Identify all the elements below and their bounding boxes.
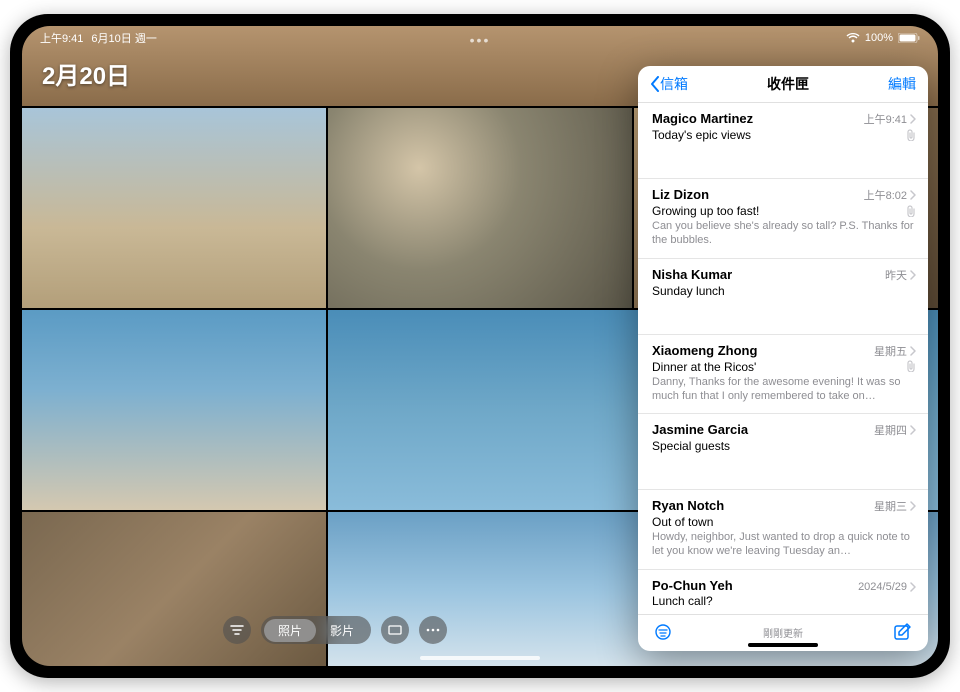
chevron-right-icon [910, 425, 916, 435]
battery-percentage: 100% [865, 32, 893, 44]
mail-subject: Dinner at the Ricos' [652, 360, 756, 374]
battery-icon [898, 33, 920, 43]
status-bar: 上午9:41 6月10日 週一 100% [22, 26, 938, 48]
mail-sender: Nisha Kumar [652, 267, 732, 282]
mail-item[interactable]: Jasmine Garcia 星期四 Special guests [638, 414, 928, 490]
mail-time: 星期四 [874, 422, 916, 438]
aspect-button[interactable] [381, 616, 409, 644]
mail-list[interactable]: Magico Martinez 上午9:41 Today's epic views L… [638, 103, 928, 614]
more-button[interactable] [419, 616, 447, 644]
edit-button[interactable]: 編輯 [888, 74, 916, 94]
status-time: 上午9:41 [40, 30, 83, 46]
filter-mail-button[interactable] [652, 621, 674, 643]
back-button[interactable]: 信箱 [650, 74, 688, 94]
attachment-icon [906, 360, 916, 372]
chevron-right-icon [910, 190, 916, 200]
mail-item[interactable]: Liz Dizon 上午8:02 Growing up too fast!Can y… [638, 179, 928, 259]
mail-item[interactable]: Nisha Kumar 昨天 Sunday lunch [638, 259, 928, 335]
mail-title: 收件匣 [767, 74, 809, 94]
photo-tile[interactable] [22, 108, 326, 308]
ipad-frame: 上午9:41 6月10日 週一 100% ••• 2月20日 照片 [10, 14, 950, 678]
back-label: 信箱 [660, 74, 688, 94]
mail-preview: Can you believe she's already so tall? P… [652, 219, 916, 248]
mail-subject: Today's epic views [652, 128, 751, 142]
mail-sender: Xiaomeng Zhong [652, 343, 757, 358]
attachment-icon [906, 205, 916, 217]
mail-time: 2024/5/29 [858, 581, 916, 593]
filter-button[interactable] [223, 616, 251, 644]
mail-sender: Ryan Notch [652, 498, 724, 513]
photos-bottom-toolbar: 照片 影片 [22, 616, 648, 644]
mail-sender: Jasmine Garcia [652, 422, 748, 437]
mail-subject: Out of town [652, 515, 713, 529]
mail-subject: Growing up too fast! [652, 204, 759, 218]
chevron-right-icon [910, 501, 916, 511]
mail-preview: Danny, Thanks for the awesome evening! I… [652, 375, 916, 404]
wifi-icon [846, 33, 860, 43]
slideover-bottom-handle[interactable] [748, 643, 818, 647]
photo-tile[interactable] [22, 310, 326, 510]
mail-item[interactable]: Magico Martinez 上午9:41 Today's epic views [638, 103, 928, 179]
mail-subject: Lunch call? [652, 594, 713, 608]
attachment-icon [906, 129, 916, 141]
screen: 上午9:41 6月10日 週一 100% ••• 2月20日 照片 [22, 26, 938, 666]
photos-date-header: 2月20日 [42, 56, 130, 91]
mail-preview: Howdy, neighbor, Just wanted to drop a q… [652, 530, 916, 559]
media-type-segment[interactable]: 照片 影片 [261, 616, 371, 644]
segment-photos[interactable]: 照片 [264, 619, 316, 642]
mail-item[interactable]: Ryan Notch 星期三 Out of townHowdy, neighbor,… [638, 490, 928, 570]
photo-tile[interactable] [328, 108, 632, 308]
segment-videos[interactable]: 影片 [316, 619, 368, 642]
mail-sender: Magico Martinez [652, 111, 753, 126]
mail-item[interactable]: Xiaomeng Zhong 星期五 Dinner at the Ricos'Dan… [638, 335, 928, 415]
mail-time: 星期三 [874, 498, 916, 514]
chevron-right-icon [910, 582, 916, 592]
mail-item[interactable]: Po-Chun Yeh 2024/5/29 Lunch call? [638, 570, 928, 614]
compose-button[interactable] [892, 621, 914, 643]
mail-status-text: 剛剛更新 [763, 625, 803, 640]
chevron-right-icon [910, 114, 916, 124]
mail-sender: Po-Chun Yeh [652, 578, 733, 593]
mail-slideover-panel: ••• 信箱 收件匣 編輯 Magico Martinez上午9:41Today… [638, 66, 928, 651]
mail-subject: Special guests [652, 439, 730, 453]
mail-time: 星期五 [874, 343, 916, 359]
chevron-right-icon [910, 270, 916, 280]
home-indicator[interactable] [420, 656, 540, 660]
mail-time: 上午8:02 [864, 187, 916, 203]
status-date: 6月10日 週一 [91, 30, 156, 46]
mail-sender: Liz Dizon [652, 187, 709, 202]
chevron-right-icon [910, 346, 916, 356]
mail-subject: Sunday lunch [652, 284, 725, 298]
mail-time: 上午9:41 [864, 111, 916, 127]
mail-time: 昨天 [885, 267, 916, 283]
mail-navbar: 信箱 收件匣 編輯 [638, 66, 928, 103]
chevron-left-icon [650, 76, 659, 92]
